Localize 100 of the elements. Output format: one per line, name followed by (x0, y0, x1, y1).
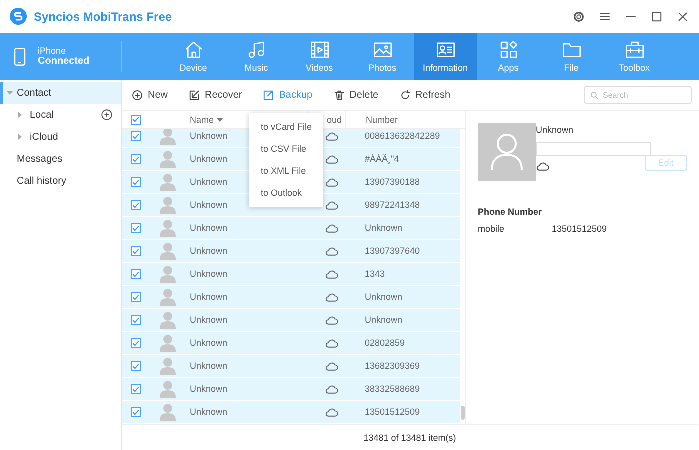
phone-number: #ÀÀÄ¸"4 (365, 154, 400, 164)
checkbox[interactable] (131, 407, 141, 417)
checkbox[interactable] (131, 114, 141, 124)
settings-icon (573, 10, 585, 22)
device-status: Connected (38, 56, 90, 67)
sidebar-item[interactable]: Contact (0, 82, 121, 104)
menu-item[interactable]: to XML File (249, 160, 323, 182)
phone-number: 13501512509 (552, 224, 608, 234)
phone-number: 13682309369 (365, 361, 420, 371)
cloud-icon (325, 154, 339, 164)
close-icon (677, 10, 689, 22)
phone-number: 02802859 (365, 338, 406, 348)
contact-name: Unknown (536, 125, 575, 135)
phone-number: 008613632842289 (365, 131, 440, 141)
phone-number: 38332588689 (365, 384, 420, 394)
device-name: iPhone (38, 46, 68, 56)
cloud-icon (325, 408, 339, 416)
contact-name: Unknown (190, 338, 228, 348)
contact-photo (478, 123, 536, 181)
maximize-icon (651, 10, 663, 22)
checkbox[interactable] (131, 177, 141, 187)
sort-caret-icon[interactable] (216, 116, 223, 122)
sidebar-item[interactable]: Local (0, 104, 121, 126)
avatar-icon (160, 265, 176, 283)
checkbox[interactable] (131, 223, 141, 233)
avatar-icon (160, 150, 176, 168)
menu-item[interactable]: to CSV File (249, 138, 323, 160)
cloud-icon (325, 132, 339, 140)
avatar-icon (160, 288, 176, 306)
toolbar-button[interactable]: Recover (189, 90, 242, 100)
checkbox[interactable] (131, 384, 141, 394)
refresh-icon (400, 90, 411, 100)
phone-number: 13907390188 (365, 177, 420, 187)
phone-number: Unknown (365, 292, 403, 302)
checkbox[interactable] (131, 200, 141, 210)
sidebar-item[interactable]: Call history (0, 170, 121, 192)
contact-name: Unknown (190, 292, 228, 302)
search-field[interactable]: Search (584, 86, 692, 104)
sidebar-item[interactable]: Messages (0, 148, 121, 170)
name-field[interactable] (536, 142, 651, 156)
avatar-icon (160, 311, 176, 329)
checkbox[interactable] (131, 338, 141, 348)
column-header[interactable]: Number (366, 114, 398, 124)
caret-icon[interactable] (17, 134, 23, 140)
contact-name: Unknown (190, 200, 228, 210)
caret-icon[interactable] (17, 112, 23, 118)
avatar-icon (160, 173, 176, 191)
cloud-icon (325, 200, 339, 210)
contact-card-icon (436, 40, 456, 60)
export-icon (263, 90, 274, 100)
phone-number: 13907397640 (365, 246, 420, 256)
item-count: 13481 of 13481 item(s) (364, 432, 456, 442)
contact-name: Unknown (190, 246, 228, 256)
checkbox[interactable] (131, 154, 141, 164)
cloud-icon (325, 178, 339, 186)
avatar-icon (160, 196, 176, 214)
phone-number: Unknown (365, 315, 403, 325)
trash-icon (334, 90, 345, 100)
phone-number: 98972241348 (365, 200, 420, 210)
avatar-icon (160, 380, 176, 398)
contact-name: Unknown (190, 269, 228, 279)
cloud-icon (325, 338, 339, 348)
nav-tab[interactable]: Information (414, 33, 477, 80)
contact-name: Unknown (190, 177, 228, 187)
cloud-icon (325, 292, 339, 302)
column-header[interactable]: Name (190, 114, 214, 124)
phone-number: 13501512509 (365, 407, 420, 417)
checkbox[interactable] (131, 315, 141, 325)
avatar-icon (160, 129, 176, 145)
checkbox[interactable] (131, 361, 141, 371)
contact-name: Unknown (190, 407, 228, 417)
menu-item[interactable]: to vCard File (249, 116, 323, 138)
checkbox[interactable] (131, 131, 141, 141)
avatar-icon (160, 403, 176, 421)
caret-icon[interactable] (7, 90, 13, 96)
contact-name: Unknown (190, 154, 228, 164)
music-note-icon (246, 40, 266, 60)
checkbox[interactable] (131, 269, 141, 279)
avatar-icon (160, 334, 176, 352)
add-icon[interactable] (101, 109, 113, 121)
menu-item[interactable]: to Outlook (249, 182, 323, 204)
avatar-icon (160, 242, 176, 260)
menu-icon (599, 10, 611, 22)
cloud-icon (325, 316, 339, 324)
house-icon (184, 40, 204, 60)
toolbox-icon (624, 40, 644, 60)
toolbar-button[interactable]: Delete (334, 90, 379, 100)
app-logo-icon (10, 8, 27, 25)
contact-name: Unknown (190, 315, 228, 325)
phone-number: Unknown (365, 223, 403, 233)
toolbar-button[interactable]: New (132, 90, 168, 100)
checkbox[interactable] (131, 292, 141, 302)
contact-name: Unknown (190, 361, 228, 371)
column-header[interactable]: oud (326, 114, 342, 124)
sidebar-item[interactable]: iCloud (0, 126, 121, 148)
phone-label: mobile (478, 224, 506, 234)
toolbar-button[interactable]: Refresh (400, 90, 451, 100)
window-title: Syncios MobiTrans Free (34, 10, 174, 24)
checkbox[interactable] (131, 246, 141, 256)
search-icon (590, 90, 599, 100)
